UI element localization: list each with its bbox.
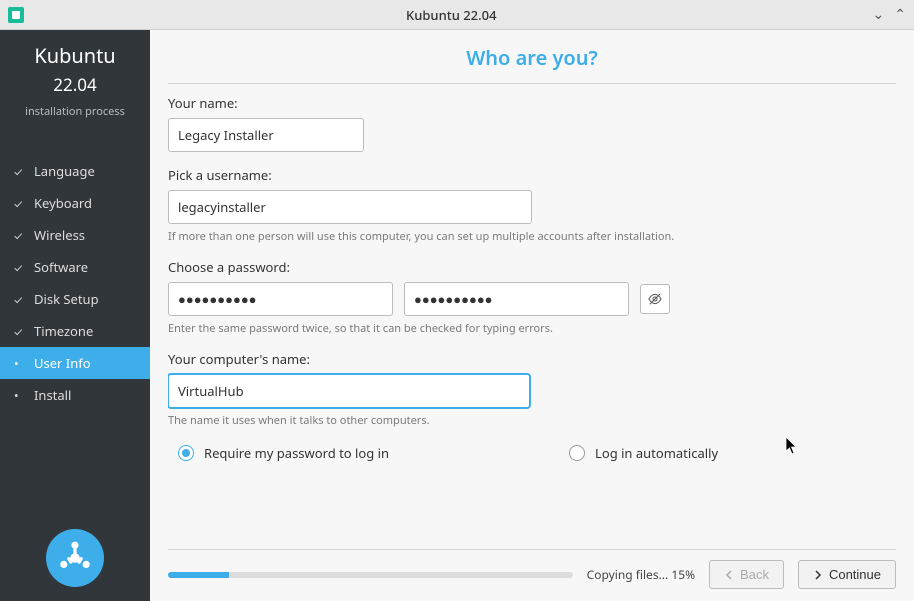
window-minimize-icon[interactable]: ⌄ [873, 5, 885, 24]
chevron-right-icon [813, 570, 823, 580]
name-label: Your name: [168, 94, 896, 112]
sidebar-subtitle: installation process [6, 104, 144, 119]
divider [168, 83, 896, 84]
computer-name-hint: The name it uses when it talks to other … [168, 413, 896, 428]
computer-name-label: Your computer's name: [168, 350, 896, 368]
window-maximize-icon[interactable]: ⌃ [894, 5, 906, 24]
check-icon: ✓ [14, 195, 26, 212]
install-progress-bar [168, 572, 573, 578]
back-button[interactable]: Back [709, 560, 784, 589]
window-title: Kubuntu 22.04 [30, 6, 873, 24]
require-password-radio[interactable]: Require my password to log in [178, 444, 389, 462]
sidebar-step-label: Timezone [34, 322, 93, 340]
bullet-icon: • [14, 355, 26, 372]
page-title: Who are you? [168, 44, 896, 71]
sidebar-step-label: User Info [34, 354, 91, 372]
radio-unchecked-icon [569, 445, 585, 461]
sidebar-step-timezone[interactable]: ✓ Timezone [0, 315, 150, 347]
continue-button[interactable]: Continue [798, 560, 896, 589]
chevron-left-icon [724, 570, 734, 580]
sidebar: Kubuntu 22.04 installation process ✓ Lang… [0, 30, 150, 601]
check-icon: ✓ [14, 323, 26, 340]
sidebar-step-label: Language [34, 162, 95, 180]
sidebar-step-label: Install [34, 386, 71, 404]
sidebar-step-language[interactable]: ✓ Language [0, 155, 150, 187]
sidebar-step-install[interactable]: • Install [0, 379, 150, 411]
sidebar-step-disk-setup[interactable]: ✓ Disk Setup [0, 283, 150, 315]
footer: Copying files... 15% Back Continue [168, 549, 896, 601]
password-input[interactable] [168, 282, 393, 316]
sidebar-step-label: Keyboard [34, 194, 92, 212]
require-password-label: Require my password to log in [204, 444, 389, 462]
sidebar-step-software[interactable]: ✓ Software [0, 251, 150, 283]
check-icon: ✓ [14, 291, 26, 308]
check-icon: ✓ [14, 163, 26, 180]
sidebar-step-label: Disk Setup [34, 290, 99, 308]
password-confirm-input[interactable] [404, 282, 629, 316]
username-label: Pick a username: [168, 166, 896, 184]
sidebar-step-label: Wireless [34, 226, 85, 244]
auto-login-label: Log in automatically [595, 444, 718, 462]
sidebar-step-user-info[interactable]: • User Info [0, 347, 150, 379]
sidebar-version: 22.04 [6, 73, 144, 96]
radio-checked-icon [178, 445, 194, 461]
password-label: Choose a password: [168, 258, 896, 276]
bullet-icon: • [14, 387, 26, 404]
auto-login-radio[interactable]: Log in automatically [569, 444, 718, 462]
eye-off-icon [647, 291, 663, 307]
sidebar-heading: Kubuntu [6, 42, 144, 69]
window-titlebar: Kubuntu 22.04 ⌄ ⌃ [0, 0, 914, 30]
kubuntu-logo-icon [46, 529, 104, 587]
name-input[interactable] [168, 118, 364, 152]
computer-name-input[interactable] [168, 374, 530, 408]
sidebar-step-wireless[interactable]: ✓ Wireless [0, 219, 150, 251]
sidebar-header: Kubuntu 22.04 installation process [0, 30, 150, 137]
sidebar-steps-list: ✓ Language ✓ Keyboard ✓ Wireless ✓ Software ✓ Dis… [0, 155, 150, 411]
window-app-icon [8, 7, 24, 23]
sidebar-step-label: Software [34, 258, 88, 276]
main-content: Who are you? Your name: Pick a username:… [150, 30, 914, 601]
username-input[interactable] [168, 190, 532, 224]
username-hint: If more than one person will use this co… [168, 229, 896, 244]
progress-status-text: Copying files... 15% [587, 566, 695, 583]
password-hint: Enter the same password twice, so that i… [168, 321, 896, 336]
sidebar-step-keyboard[interactable]: ✓ Keyboard [0, 187, 150, 219]
toggle-password-visibility-button[interactable] [640, 284, 670, 314]
check-icon: ✓ [14, 259, 26, 276]
check-icon: ✓ [14, 227, 26, 244]
